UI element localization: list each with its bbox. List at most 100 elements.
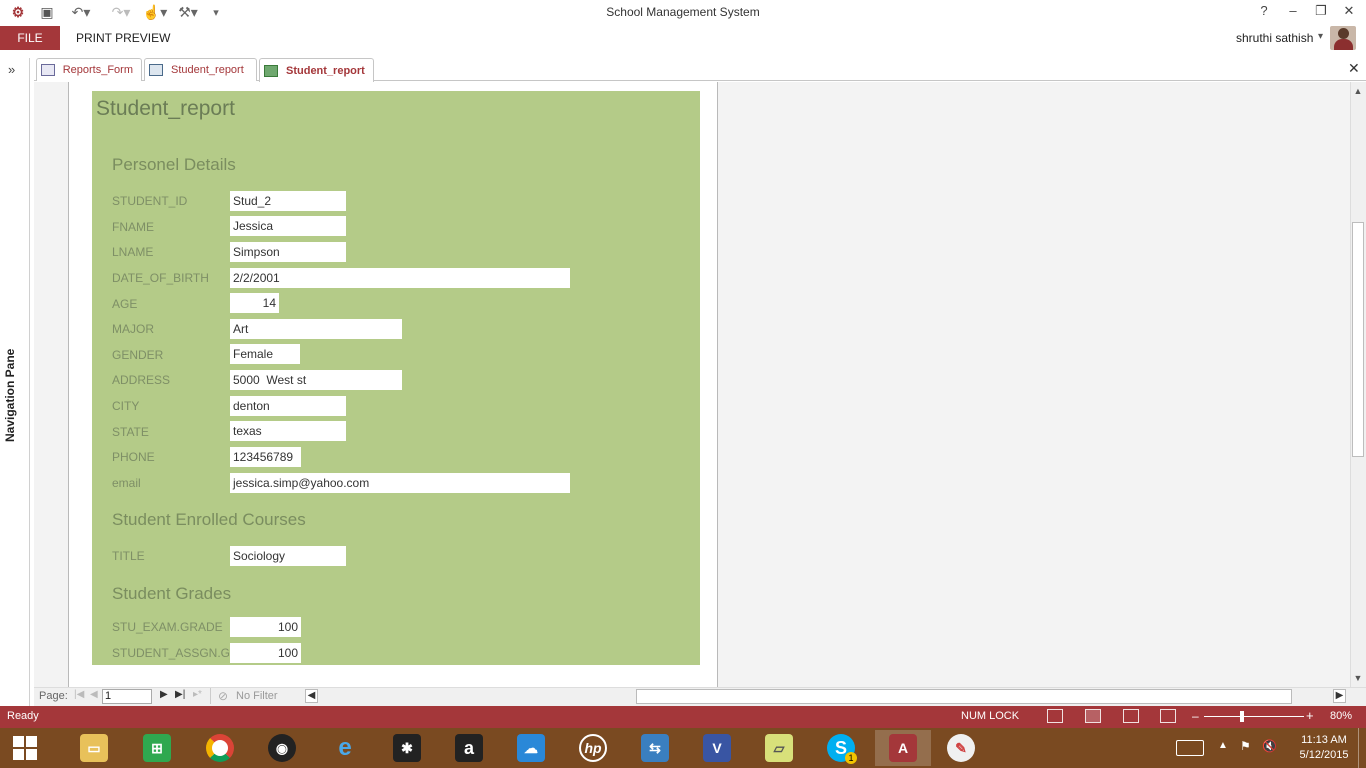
taskbar-network[interactable]: ⇆ — [627, 730, 683, 766]
scroll-down-icon[interactable]: ▼ — [1350, 673, 1366, 683]
restore-button[interactable]: ❐ — [1309, 3, 1333, 21]
show-desktop-button[interactable] — [1358, 728, 1366, 768]
taskbar-amazon[interactable]: a — [441, 730, 497, 766]
user-name[interactable]: shruthi sathish — [1236, 31, 1313, 45]
customize-icon[interactable]: ⚒▾ — [174, 3, 202, 21]
scroll-up-icon[interactable]: ▲ — [1350, 86, 1366, 96]
field-email: jessica.simp@yahoo.com — [230, 473, 570, 493]
zoom-slider-track[interactable] — [1204, 716, 1304, 717]
no-filter-indicator[interactable]: No Filter — [236, 690, 278, 702]
nav-divider — [210, 688, 211, 704]
qat-more-icon[interactable]: ▾ — [208, 3, 224, 21]
avatar-head-icon — [1338, 28, 1349, 39]
tab-label: Student_report — [286, 64, 365, 77]
system-clock[interactable]: 11:13 AM 5/12/2015 — [1292, 733, 1356, 763]
field-major: Art — [230, 319, 402, 339]
field-assignment-grade: 100 — [230, 643, 301, 663]
access-app-icon[interactable]: ⚙ — [8, 3, 28, 21]
tab-label: Student_report — [171, 64, 244, 76]
layout-view-icon[interactable] — [1123, 709, 1139, 723]
label-exam-grade: STU_EXAM.GRADE — [112, 620, 223, 634]
taskbar-paint[interactable]: ✎ — [933, 730, 989, 766]
label-date-of-birth: DATE_OF_BIRTH — [112, 271, 209, 285]
save-icon[interactable]: ▣ — [38, 3, 56, 21]
app-title: School Management System — [606, 5, 760, 19]
label-city: CITY — [112, 399, 140, 413]
navigation-pane-label[interactable]: Navigation Pane — [3, 340, 29, 450]
tab-student-report-active[interactable]: Student_report — [259, 58, 374, 82]
paint-icon: ✎ — [947, 734, 975, 762]
taskbar-camera[interactable]: ◉ — [254, 730, 310, 766]
report-icon — [149, 64, 163, 76]
vertical-scroll-thumb[interactable] — [1352, 222, 1364, 457]
show-hidden-icons-icon[interactable]: ▲ — [1218, 740, 1228, 751]
close-window-button[interactable]: ✕ — [1337, 3, 1361, 21]
taskbar-hp[interactable]: hp — [565, 730, 621, 766]
design-view-icon[interactable] — [1160, 709, 1176, 723]
redo-icon[interactable]: ↷▾ — [106, 3, 136, 21]
page-number-input[interactable]: 1 — [102, 689, 152, 704]
onedrive-icon: ☁ — [517, 734, 545, 762]
clock-date: 5/12/2015 — [1299, 749, 1349, 761]
label-gender: GENDER — [112, 348, 164, 362]
field-phone: 123456789 — [230, 447, 301, 467]
previous-page-icon[interactable]: ◀ — [90, 689, 98, 700]
file-tab[interactable]: FILE — [0, 26, 60, 50]
report-preview-icon — [264, 64, 278, 77]
puzzle-icon: ✱ — [393, 734, 421, 762]
ie-icon: e — [338, 734, 352, 761]
taskbar-sticky-notes[interactable]: ▱ — [751, 730, 807, 766]
avatar[interactable] — [1330, 26, 1356, 50]
field-exam-grade: 100 — [230, 617, 301, 637]
field-address: 5000 West st — [230, 370, 402, 390]
field-state: texas — [230, 421, 346, 441]
label-state: STATE — [112, 425, 149, 439]
taskbar-visio[interactable]: V — [689, 730, 745, 766]
zoom-slider-thumb[interactable] — [1240, 711, 1244, 722]
status-ready: Ready — [7, 710, 39, 722]
report-view-icon[interactable] — [1047, 709, 1063, 723]
camera-icon: ◉ — [268, 734, 296, 762]
new-record-icon[interactable]: ▸* — [193, 689, 202, 700]
visio-icon: V — [703, 734, 731, 762]
user-menu-chevron-icon[interactable]: ▾ — [1318, 31, 1323, 42]
touch-mode-icon[interactable]: ☝▾ — [142, 3, 168, 21]
access-icon: A — [889, 734, 917, 762]
zoom-in-button[interactable]: + — [1306, 708, 1314, 723]
scroll-left-icon[interactable]: ◀ — [305, 689, 318, 703]
taskbar-file-explorer[interactable]: ▭ — [66, 730, 122, 766]
next-page-icon[interactable]: ▶ — [160, 689, 168, 700]
field-age: 14 — [230, 293, 279, 313]
sticky-notes-icon: ▱ — [765, 734, 793, 762]
taskbar-store[interactable]: ⊞ — [129, 730, 185, 766]
taskbar-onedrive[interactable]: ☁ — [503, 730, 559, 766]
undo-icon[interactable]: ↶▾ — [66, 3, 96, 21]
start-button[interactable] — [0, 728, 50, 768]
hp-icon: hp — [579, 734, 607, 762]
tab-reports-form[interactable]: Reports_Form — [36, 58, 142, 81]
tab-student-report[interactable]: Student_report — [144, 58, 257, 81]
taskbar-access[interactable]: A — [875, 730, 931, 766]
keyboard-icon[interactable] — [1176, 740, 1204, 756]
taskbar-chrome[interactable] — [192, 730, 248, 766]
field-title: Sociology — [230, 546, 346, 566]
first-page-icon[interactable]: |◀ — [74, 689, 84, 700]
taskbar-ie[interactable]: e — [317, 730, 373, 766]
horizontal-scrollbar[interactable] — [636, 689, 1292, 704]
minimize-button[interactable]: – — [1281, 3, 1305, 21]
zoom-out-button[interactable]: – — [1192, 709, 1199, 723]
tab-print-preview[interactable]: PRINT PREVIEW — [76, 26, 170, 50]
help-button[interactable]: ? — [1252, 3, 1276, 21]
taskbar-puzzle[interactable]: ✱ — [379, 730, 435, 766]
scroll-right-icon[interactable]: ▶ — [1333, 689, 1346, 703]
action-center-flag-icon[interactable]: ⚑ — [1240, 739, 1251, 753]
field-student-id: Stud_2 — [230, 191, 346, 211]
print-preview-view-icon[interactable] — [1085, 709, 1101, 723]
zoom-level[interactable]: 80% — [1330, 710, 1352, 722]
volume-muted-icon[interactable]: 🔇 — [1262, 739, 1277, 753]
taskbar-skype[interactable]: S 1 — [813, 730, 869, 766]
close-document-icon[interactable]: ✕ — [1348, 60, 1360, 77]
field-city: denton — [230, 396, 346, 416]
nav-pane-expand-icon[interactable]: » — [8, 62, 15, 77]
last-page-icon[interactable]: ▶| — [175, 689, 185, 700]
